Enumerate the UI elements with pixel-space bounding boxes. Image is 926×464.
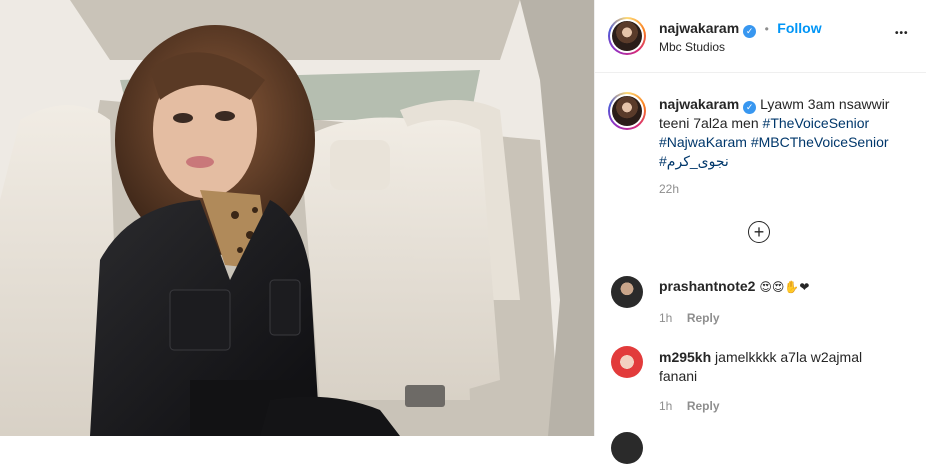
comment-time[interactable]: 1h (659, 399, 672, 413)
caption-text-line2: teeni 7al2a men (659, 115, 759, 131)
comment-text: 😍😍✋❤ (759, 280, 810, 294)
hashtag-mbcvoicesenior[interactable]: #MBCTheVoiceSenior (751, 134, 889, 150)
post-location[interactable]: Mbc Studios (659, 40, 725, 54)
hashtag-arabic[interactable]: #نجوى_كرم (659, 153, 729, 169)
comment-username[interactable]: prashantnote2 (659, 278, 755, 294)
author-avatar[interactable] (608, 17, 646, 55)
post-header: najwakaram ✓ • Follow Mbc Studios ••• (595, 0, 926, 73)
post-timestamp[interactable]: 22h (659, 182, 679, 196)
post-side-panel: najwakaram ✓ • Follow Mbc Studios ••• naj… (594, 0, 926, 464)
reply-button[interactable]: Reply (687, 399, 720, 413)
caption-avatar[interactable] (608, 92, 646, 130)
comment-time[interactable]: 1h (659, 311, 672, 325)
more-options-icon[interactable]: ••• (895, 28, 909, 39)
caption-text-line1: Lyawm 3am nsawwir (760, 96, 890, 112)
caption-verified-icon: ✓ (743, 101, 757, 114)
post-photo[interactable] (0, 0, 594, 436)
comment-username[interactable]: m295kh (659, 349, 711, 365)
reply-button[interactable]: Reply (687, 311, 720, 325)
comment-item: m295kh jamelkkkk a7la w2ajmal fanani 1h … (595, 342, 926, 422)
commenter-avatar[interactable] (611, 276, 643, 308)
follow-button[interactable]: Follow (777, 20, 821, 36)
hashtag-najwakaram[interactable]: #NajwaKaram (659, 134, 747, 150)
author-username[interactable]: najwakaram (659, 20, 739, 36)
comment-text-line2: fanani (659, 368, 698, 384)
photo-illustration (0, 0, 594, 436)
separator-dot: • (764, 22, 769, 36)
caption-username[interactable]: najwakaram (659, 96, 739, 112)
load-more-comments-icon[interactable]: + (748, 221, 770, 243)
commenter-avatar[interactable] (611, 346, 643, 378)
verified-badge-icon: ✓ (743, 25, 757, 38)
hashtag-voicesenior[interactable]: #TheVoiceSenior (763, 115, 870, 131)
comment-text-line1: jamelkkkk a7la w2ajmal (715, 349, 863, 365)
commenter-avatar[interactable] (611, 432, 643, 464)
comment-item: prashantnote2 😍😍✋❤ 1h Reply (595, 272, 926, 332)
